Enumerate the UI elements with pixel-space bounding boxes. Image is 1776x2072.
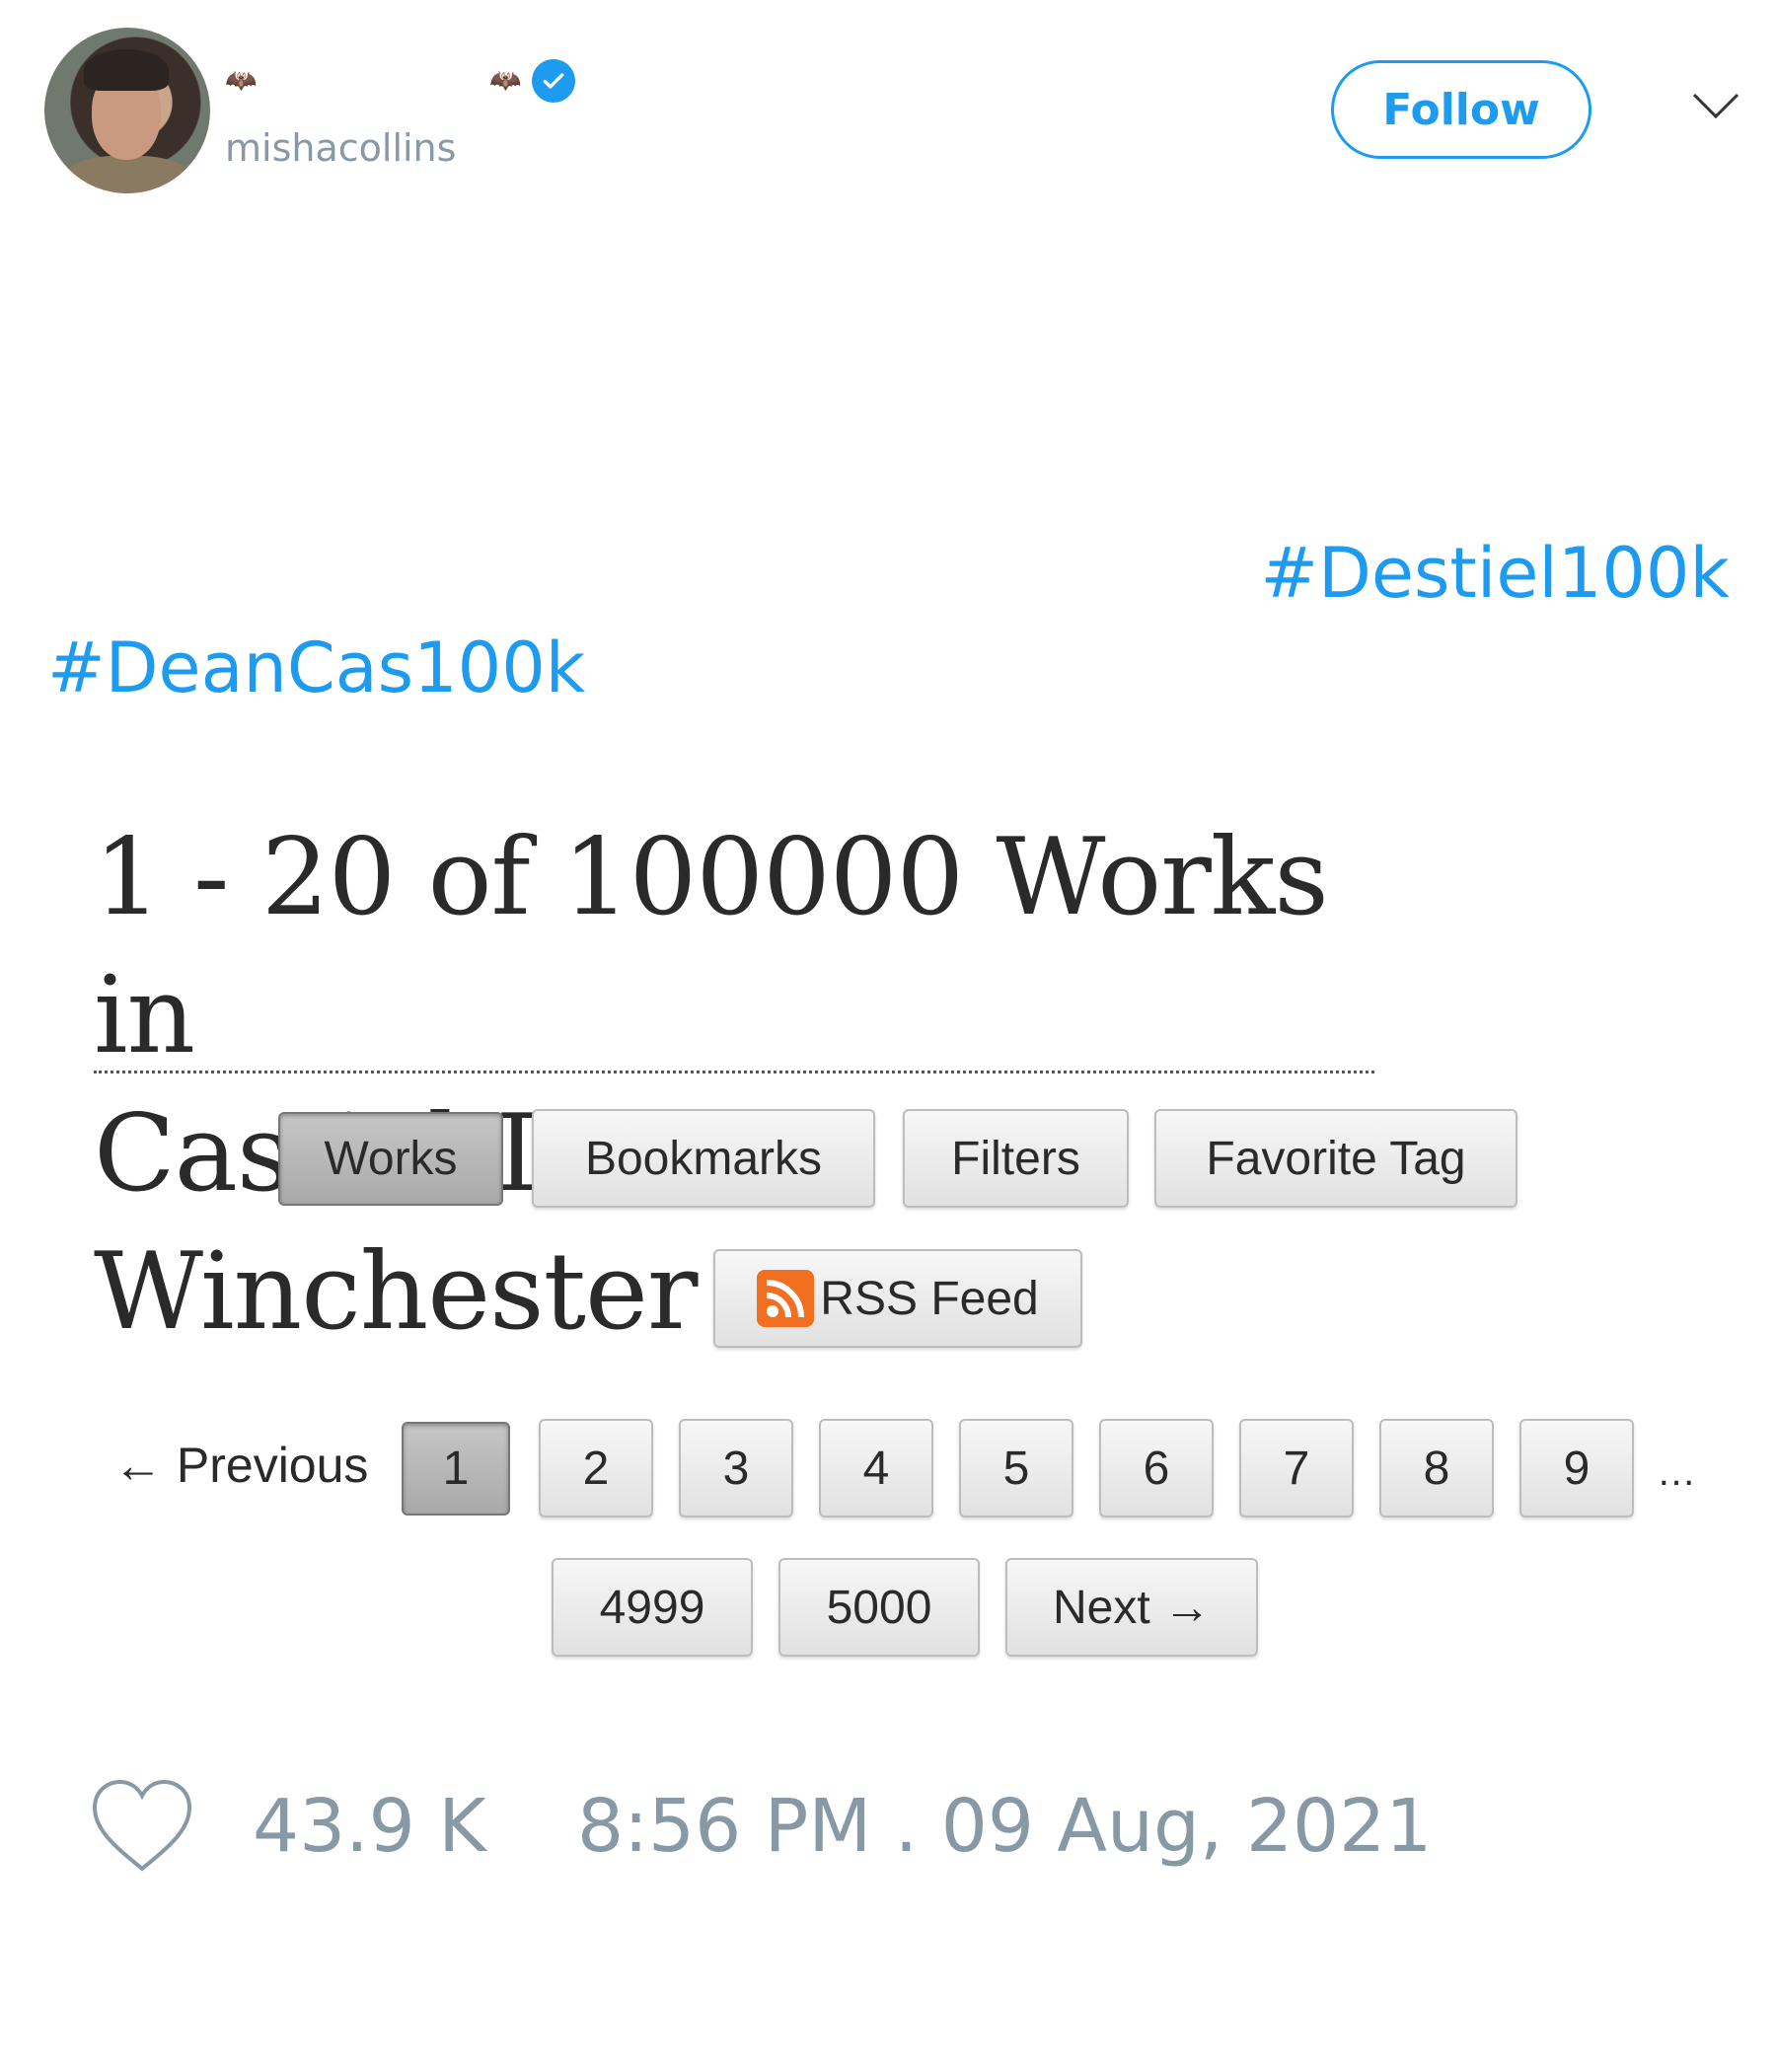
page-5-button[interactable]: 5 [959, 1419, 1073, 1517]
pagination-ellipsis: … [1657, 1450, 1696, 1494]
hashtag-destiel100k[interactable]: #Destiel100k [1260, 533, 1730, 614]
avatar[interactable] [44, 28, 210, 193]
page-4999-button[interactable]: 4999 [552, 1558, 753, 1657]
page-1-button[interactable]: 1 [402, 1422, 510, 1516]
bat-emoji-left: 🦇 [225, 66, 258, 96]
nav-works-button[interactable]: Works [278, 1112, 503, 1206]
like-count: 43.9 K [253, 1784, 486, 1869]
follow-button[interactable]: Follow [1331, 60, 1591, 159]
nav-filters-button[interactable]: Filters [903, 1109, 1129, 1208]
page-5000-button[interactable]: 5000 [778, 1558, 980, 1657]
bat-emoji-right: 🦇 [489, 66, 522, 96]
page-4-button[interactable]: 4 [819, 1419, 933, 1517]
pagination-previous[interactable]: ← Previous [113, 1436, 368, 1495]
nav-favorite-tag-button[interactable]: Favorite Tag [1154, 1109, 1517, 1208]
rss-feed-button[interactable]: RSS Feed [713, 1249, 1082, 1348]
page-3-button[interactable]: 3 [679, 1419, 793, 1517]
nav-bookmarks-button[interactable]: Bookmarks [532, 1109, 875, 1208]
chevron-down-icon[interactable] [1691, 91, 1740, 120]
display-name[interactable]: 🦇 🦇 [225, 59, 575, 103]
pagination-next-button[interactable]: Next → [1005, 1558, 1258, 1657]
page-8-button[interactable]: 8 [1379, 1419, 1494, 1517]
rss-feed-label: RSS Feed [820, 1272, 1039, 1325]
hashtag-deancas100k[interactable]: #DeanCas100k [47, 628, 585, 708]
heart-icon[interactable] [89, 1776, 195, 1875]
page-7-button[interactable]: 7 [1239, 1419, 1354, 1517]
rss-icon [757, 1270, 815, 1327]
page-2-button[interactable]: 2 [539, 1419, 653, 1517]
page-6-button[interactable]: 6 [1099, 1419, 1214, 1517]
tweet-timestamp[interactable]: 8:56 PM . 09 Aug, 2021 [577, 1784, 1432, 1869]
works-heading-line1: 1 - 20 of 100000 Works in [94, 816, 1329, 1077]
author-handle[interactable]: mishacollins [225, 126, 456, 170]
page-9-button[interactable]: 9 [1519, 1419, 1634, 1517]
heading-underline [94, 1071, 1374, 1073]
verified-badge-icon [531, 59, 575, 103]
